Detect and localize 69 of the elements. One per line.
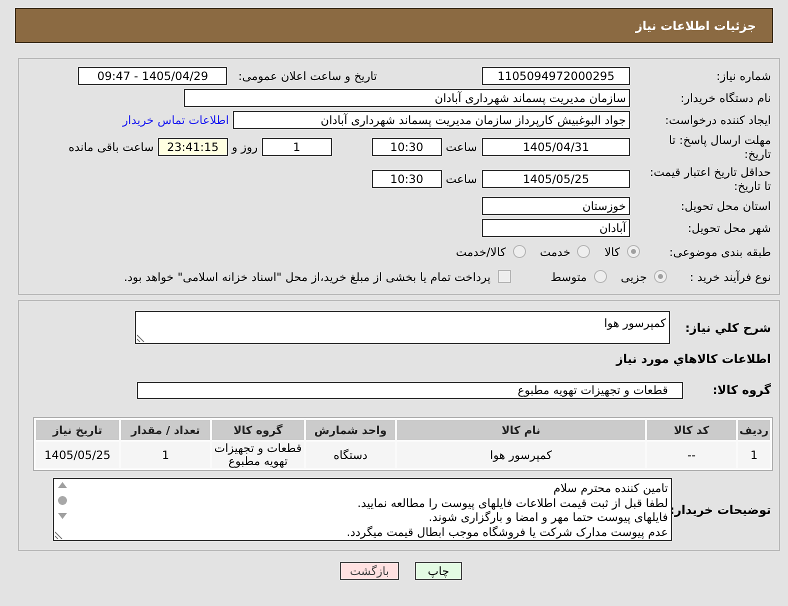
field-label: ساعت (446, 140, 477, 154)
buyer-contact-link[interactable]: اطلاعات تماس خریدار (122, 113, 229, 127)
table-cell: کمپرسور هوا (397, 442, 645, 468)
field-label: ساعت (446, 172, 477, 186)
field-label: طبقه بندی موضوعی: (668, 244, 771, 258)
radio-button[interactable] (627, 245, 640, 258)
radio-label: کالا/خدمت (456, 244, 506, 258)
table-cell: 1 (738, 442, 770, 468)
scroll-up-icon[interactable] (58, 482, 66, 488)
description-field[interactable]: کمپرسور هوا (135, 311, 670, 344)
field-label: روز و (232, 140, 258, 154)
deadline-time-field[interactable]: 10:30 (372, 138, 442, 156)
column-header: ردیف (738, 420, 770, 440)
province-field[interactable]: خوزستان (482, 197, 630, 215)
field-label: حداقل تاریخ اعتبار قیمت: تا تاریخ: (648, 165, 771, 193)
scroll-down-icon[interactable] (58, 513, 66, 519)
scrollbar[interactable] (54, 479, 70, 540)
checkbox[interactable] (498, 270, 511, 283)
radio-label: خدمت (540, 244, 570, 258)
column-header: کد کالا (647, 420, 736, 440)
requester-field[interactable]: جواد البوغبیش کارپرداز سازمان مدیریت پسماند شهرداری آبادان (233, 111, 630, 129)
back-button[interactable]: بازگشت (340, 562, 399, 580)
table-cell: -- (647, 442, 736, 468)
field-label: نوع فرآیند خرید : (688, 270, 771, 284)
table-cell: قطعات و تجهیزات تهویه مطبوع (212, 442, 304, 468)
field-label: استان محل تحویل: (680, 199, 771, 213)
column-header: گروه کالا (212, 420, 304, 440)
deadline-date-field[interactable]: 1405/04/31 (482, 138, 630, 156)
table-cell: 1405/05/25 (36, 442, 119, 468)
days-field[interactable]: 1 (262, 138, 332, 156)
column-header: نام کالا (397, 420, 645, 440)
field-label: شماره نیاز: (715, 69, 771, 83)
announce-date-field[interactable]: 1405/04/29 - 09:47 (78, 67, 228, 85)
resize-grip-icon[interactable] (137, 334, 145, 342)
field-label: مهلت ارسال پاسخ: تا تاریخ: (668, 133, 771, 161)
field-label: نام دستگاه خریدار: (679, 91, 771, 105)
validity-date-field[interactable]: 1405/05/25 (482, 170, 630, 188)
radio-button[interactable] (654, 270, 667, 283)
radio-label: جزیی (620, 270, 647, 284)
buyer-notes-field[interactable]: تامین کننده محترم سلام لطفا قبل از ثبت قیمت اطلاعات فایلهای پیوست را مطالعه نمایید. فایلهای پیوست حتما مهر و امضا و بارگزاری شوند. عدم پیوست مدارک شرکت یا فروشگاه موجب ابطال قیمت میگردد. (53, 478, 672, 541)
validity-time-field[interactable]: 10:30 (372, 170, 442, 188)
table-cell: دستگاه (306, 442, 395, 468)
field-label: ساعت باقی مانده (68, 140, 154, 154)
checkbox-label: پرداخت تمام یا بخشی از مبلغ خرید،از محل "اسناد خزانه اسلامی" خواهد بود. (124, 270, 491, 284)
column-header: تاریخ نیاز (36, 420, 119, 440)
column-header: تعداد / مقدار (121, 420, 210, 440)
radio-button[interactable] (577, 245, 590, 258)
field-label: توضیحات خریدار: (672, 502, 771, 516)
radio-label: کالا (604, 244, 620, 258)
buyer-org-field[interactable]: سازمان مدیریت پسماند شهرداری آبادان (184, 89, 630, 107)
radio-button[interactable] (594, 270, 607, 283)
city-field[interactable]: آبادان (482, 219, 630, 237)
section-title: اطلاعات کالاهاي مورد نياز (616, 352, 771, 366)
goods-group-field[interactable]: قطعات و تجهیزات تهویه مطبوع (137, 382, 683, 398)
radio-button[interactable] (512, 245, 526, 258)
radio-label: متوسط (550, 270, 587, 284)
need-number-field[interactable]: 1105094972000295 (482, 67, 630, 85)
field-label: تاریخ و ساعت اعلان عمومی: (238, 69, 377, 83)
field-label: شرح کلي نياز: (684, 320, 771, 334)
scroll-thumb[interactable] (58, 496, 66, 505)
title-bar: جزئیات اطلاعات نیاز (15, 8, 773, 43)
resize-grip-icon[interactable] (55, 531, 63, 539)
column-header: واحد شمارش (306, 420, 395, 440)
print-button[interactable]: چاپ (415, 562, 462, 580)
remaining-time-field[interactable]: 23:41:15 (158, 138, 228, 156)
field-label: ایجاد کننده درخواست: (664, 113, 771, 127)
field-label: گروه کالا: (712, 383, 771, 397)
table-cell: 1 (121, 442, 210, 468)
field-label: شهر محل تحویل: (686, 221, 771, 235)
